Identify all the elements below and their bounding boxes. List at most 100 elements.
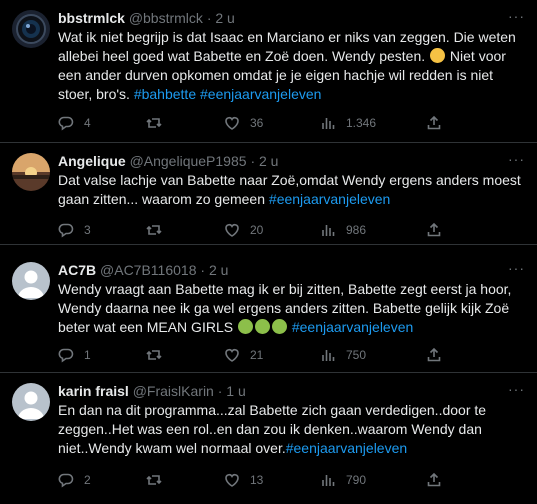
retweet-icon xyxy=(146,475,162,485)
views-chart-icon xyxy=(322,475,335,486)
share-icon xyxy=(427,222,441,237)
like-count: 20 xyxy=(250,223,264,237)
views-button[interactable]: 750 xyxy=(320,345,366,365)
tweet-text: Dat valse lachje van Babette naar Zoë,om… xyxy=(58,171,526,209)
rolling-eyes-emoji-icon xyxy=(430,48,446,63)
user-handle[interactable]: @AngeliqueP1985 xyxy=(130,153,247,169)
views-button[interactable]: 986 xyxy=(320,220,366,240)
user-handle[interactable]: @AC7B116018 xyxy=(100,262,196,278)
reply-button[interactable]: 1 xyxy=(58,345,91,365)
display-name[interactable]: bbstrmlck xyxy=(58,10,125,26)
reply-icon xyxy=(58,116,74,131)
more-options-icon[interactable]: ··· xyxy=(508,381,525,397)
default-profile-icon xyxy=(12,262,50,300)
user-handle[interactable]: @bbstrmlck xyxy=(129,10,203,26)
heart-icon xyxy=(225,117,239,130)
like-button[interactable]: 13 xyxy=(224,470,263,490)
display-name[interactable]: karin fraisl xyxy=(58,383,129,399)
tweet-text-part: En dan na dit programma...zal Babette zi… xyxy=(58,402,487,456)
separator-dot: · xyxy=(200,262,206,278)
views-count: 790 xyxy=(346,473,367,487)
tweet-header: AC7B @AC7B116018 · 2 u xyxy=(58,261,228,279)
views-count: 986 xyxy=(346,223,367,237)
action-bar: 1 21 750 xyxy=(58,345,458,365)
tweet-text: Wendy vraagt aan Babette mag ik er bij z… xyxy=(58,280,526,337)
views-chart-icon xyxy=(322,225,335,236)
separator-dot: · xyxy=(217,383,223,399)
nauseated-face-emoji-icon xyxy=(254,319,270,334)
tweet[interactable]: AC7B @AC7B116018 · 2 u ··· Wendy vraagt … xyxy=(0,252,537,373)
reply-count: 2 xyxy=(84,473,91,487)
like-button[interactable]: 36 xyxy=(224,113,263,133)
share-button[interactable] xyxy=(426,470,452,490)
tweet-header: bbstrmlck @bbstrmlck · 2 u xyxy=(58,9,235,27)
reply-icon xyxy=(58,348,74,363)
display-name[interactable]: AC7B xyxy=(58,262,96,278)
reply-count: 3 xyxy=(84,223,91,237)
like-count: 21 xyxy=(250,348,264,362)
separator-dot: · xyxy=(206,10,212,26)
reply-count: 4 xyxy=(84,116,91,130)
tweet-text-part: Wat ik niet begrijp is dat Isaac en Marc… xyxy=(58,29,516,64)
heart-icon xyxy=(225,349,239,362)
camera-lens-avatar-icon xyxy=(12,10,50,48)
avatar[interactable] xyxy=(12,10,50,48)
avatar[interactable] xyxy=(12,262,50,300)
hashtag-link[interactable]: #eenjaarvanjeleven xyxy=(292,319,413,335)
share-button[interactable] xyxy=(426,345,452,365)
share-icon xyxy=(427,347,441,362)
nauseated-face-emoji-icon xyxy=(271,319,287,334)
retweet-icon xyxy=(146,225,162,235)
hashtag-link[interactable]: #bahbette #eenjaarvanjeleven xyxy=(134,86,322,102)
avatar[interactable] xyxy=(12,383,50,421)
timestamp[interactable]: 2 u xyxy=(259,153,278,169)
more-options-icon[interactable]: ··· xyxy=(508,260,525,276)
heart-icon xyxy=(225,224,239,237)
views-button[interactable]: 1.346 xyxy=(320,113,376,133)
tweet[interactable]: Angelique @AngeliqueP1985 · 2 u ··· Dat … xyxy=(0,143,537,245)
views-count: 750 xyxy=(346,348,367,362)
timestamp[interactable]: 2 u xyxy=(215,10,234,26)
like-button[interactable]: 20 xyxy=(224,220,263,240)
retweet-button[interactable] xyxy=(146,470,172,490)
display-name[interactable]: Angelique xyxy=(58,153,126,169)
user-handle[interactable]: @FraislKarin xyxy=(133,383,214,399)
more-options-icon[interactable]: ··· xyxy=(508,8,525,24)
action-bar: 4 36 1.346 xyxy=(58,113,458,133)
retweet-button[interactable] xyxy=(146,220,172,240)
tweet-header: Angelique @AngeliqueP1985 · 2 u xyxy=(58,152,278,170)
reply-count: 1 xyxy=(84,348,91,362)
retweet-icon xyxy=(146,350,162,360)
retweet-button[interactable] xyxy=(146,113,172,133)
nauseated-face-emoji-icon xyxy=(237,319,253,334)
tweet-text: Wat ik niet begrijp is dat Isaac en Marc… xyxy=(58,28,526,104)
separator-dot: · xyxy=(250,153,256,169)
reply-icon xyxy=(58,473,74,488)
action-bar: 3 20 986 xyxy=(58,220,458,240)
reply-button[interactable]: 3 xyxy=(58,220,91,240)
like-button[interactable]: 21 xyxy=(224,345,263,365)
avatar[interactable] xyxy=(12,153,50,191)
heart-icon xyxy=(225,474,239,487)
timestamp[interactable]: 2 u xyxy=(209,262,228,278)
views-button[interactable]: 790 xyxy=(320,470,366,490)
tweet[interactable]: bbstrmlck @bbstrmlck · 2 u ··· Wat ik ni… xyxy=(0,0,537,143)
hashtag-link[interactable]: #eenjaarvanjeleven xyxy=(286,440,407,456)
share-button[interactable] xyxy=(426,220,452,240)
tweet-header: karin fraisl @FraislKarin · 1 u xyxy=(58,382,246,400)
tweet-text: En dan na dit programma...zal Babette zi… xyxy=(58,401,526,458)
retweet-icon xyxy=(146,118,162,128)
share-icon xyxy=(427,472,441,487)
tweet[interactable]: karin fraisl @FraislKarin · 1 u ··· En d… xyxy=(0,373,537,504)
retweet-button[interactable] xyxy=(146,345,172,365)
more-options-icon[interactable]: ··· xyxy=(508,151,525,167)
timestamp[interactable]: 1 u xyxy=(226,383,245,399)
hashtag-link[interactable]: #eenjaarvanjeleven xyxy=(269,191,390,207)
share-button[interactable] xyxy=(426,113,452,133)
like-count: 13 xyxy=(250,473,264,487)
share-icon xyxy=(427,115,441,130)
like-count: 36 xyxy=(250,116,264,130)
reply-button[interactable]: 2 xyxy=(58,470,91,490)
reply-button[interactable]: 4 xyxy=(58,113,91,133)
views-chart-icon xyxy=(322,118,335,129)
